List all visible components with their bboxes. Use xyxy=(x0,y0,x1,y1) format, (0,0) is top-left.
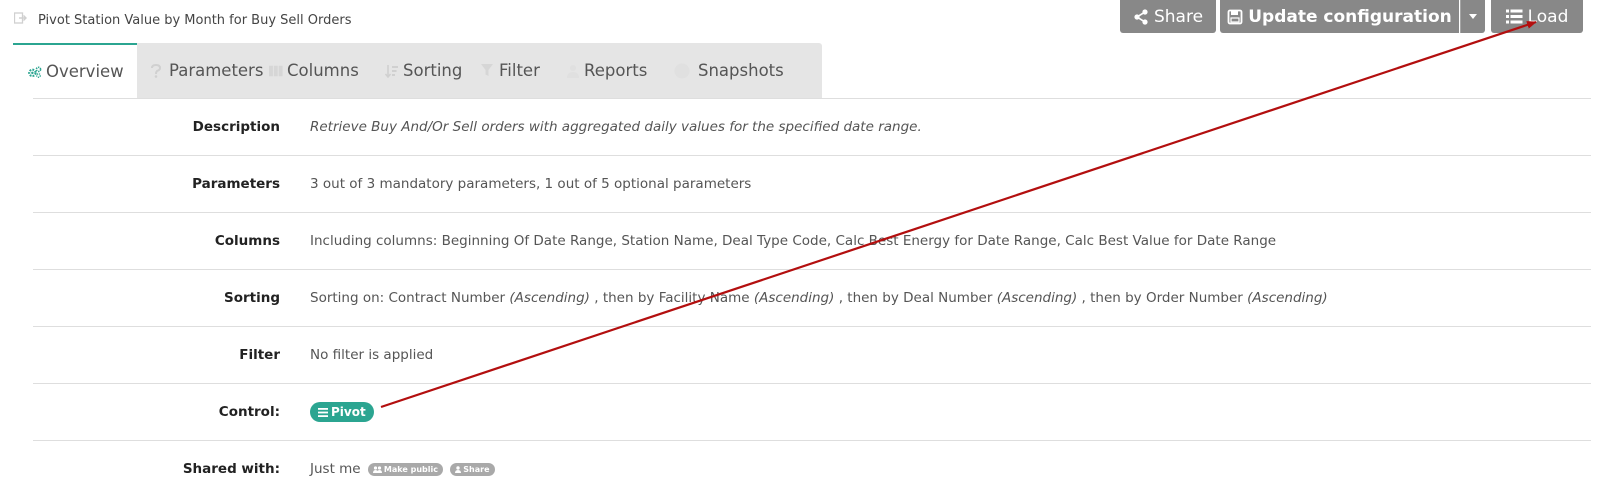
page-title-text: Pivot Station Value by Month for Buy Sel… xyxy=(38,12,352,28)
sort-direction: (Ascending) xyxy=(509,290,590,306)
description-row: Description Retrieve Buy And/Or Sell ord… xyxy=(33,98,1591,155)
user-icon xyxy=(455,465,462,473)
sorting-value: Sorting on: Contract Number (Ascending) … xyxy=(310,290,1328,306)
update-configuration-label: Update configuration xyxy=(1248,6,1452,27)
description-text: Retrieve Buy And/Or Sell orders with agg… xyxy=(310,119,922,135)
columns-label: Columns xyxy=(214,233,280,249)
sort-direction: (Ascending) xyxy=(1247,290,1328,306)
sorting-prefix: Sorting on: xyxy=(310,290,389,306)
sort-separator: , then by xyxy=(834,290,904,306)
shared-row: Shared with: Just me Make public Share xyxy=(33,440,1591,493)
parameters-row: Parameters 3 out of 3 mandatory paramete… xyxy=(33,155,1591,212)
description-value: Retrieve Buy And/Or Sell orders with agg… xyxy=(310,119,922,135)
page-title: Pivot Station Value by Month for Buy Sel… xyxy=(13,10,352,30)
list-icon xyxy=(1505,9,1523,24)
sort-field: Contract Number xyxy=(388,290,506,306)
filter-row: Filter No filter is applied xyxy=(33,326,1591,383)
tab-parameters-label: Parameters xyxy=(169,61,264,80)
shared-value: Just me Make public Share xyxy=(310,461,495,477)
tab-filter[interactable]: Filter xyxy=(480,43,566,98)
tab-reports[interactable]: Reports xyxy=(566,43,674,98)
columns-icon xyxy=(269,65,283,77)
columns-value: Including columns: Beginning Of Date Ran… xyxy=(310,233,1277,249)
tab-reports-label: Reports xyxy=(584,61,648,80)
caret-down-icon xyxy=(1469,14,1477,19)
share-button-label: Share xyxy=(1153,6,1204,27)
load-button[interactable]: Load xyxy=(1491,0,1583,33)
tab-sorting-label: Sorting xyxy=(403,61,463,80)
users-icon xyxy=(372,465,382,473)
exit-icon xyxy=(13,12,28,28)
tab-filter-label: Filter xyxy=(499,61,540,80)
overview-table: Description Retrieve Buy And/Or Sell ord… xyxy=(33,98,1591,493)
control-value: Pivot xyxy=(310,402,374,422)
camera-icon xyxy=(674,63,694,79)
load-button-label: Load xyxy=(1527,6,1569,27)
shared-label: Shared with: xyxy=(182,461,280,477)
make-public-button[interactable]: Make public xyxy=(367,462,443,476)
sorting-label: Sorting xyxy=(223,290,280,306)
filter-label: Filter xyxy=(239,347,280,363)
tab-snapshots[interactable]: Snapshots xyxy=(674,43,792,98)
share-small-button[interactable]: Share xyxy=(450,462,495,476)
tab-overview[interactable]: Overview xyxy=(13,43,137,98)
pivot-badge-label: Pivot xyxy=(331,405,366,419)
make-public-label: Make public xyxy=(383,464,438,474)
tab-columns-label: Columns xyxy=(287,61,359,80)
columns-row: Columns Including columns: Beginning Of … xyxy=(33,212,1591,269)
sorting-row: Sorting Sorting on: Contract Number (Asc… xyxy=(33,269,1591,326)
question-icon xyxy=(151,63,165,78)
control-label: Control: xyxy=(218,404,280,420)
description-label: Description xyxy=(192,119,280,135)
tab-bar: Overview Parameters Columns Sorting Filt… xyxy=(13,43,792,98)
share-icon xyxy=(1134,8,1148,25)
shared-text: Just me xyxy=(310,461,361,477)
sort-field: Deal Number xyxy=(903,290,993,306)
sort-icon xyxy=(385,64,399,78)
tab-sorting[interactable]: Sorting xyxy=(382,43,480,98)
cogs-icon xyxy=(28,65,42,79)
tab-overview-label: Overview xyxy=(46,62,124,81)
tab-snapshots-label: Snapshots xyxy=(698,61,784,80)
sort-direction: (Ascending) xyxy=(753,290,835,306)
tab-columns[interactable]: Columns xyxy=(265,43,382,98)
sort-separator: , then by xyxy=(589,290,659,306)
sort-direction: (Ascending) xyxy=(996,290,1078,306)
sort-separator: , then by xyxy=(1077,290,1146,306)
pivot-badge[interactable]: Pivot xyxy=(310,402,374,422)
update-dropdown-toggle[interactable] xyxy=(1460,0,1485,33)
save-icon xyxy=(1227,9,1243,24)
share-button[interactable]: Share xyxy=(1120,0,1216,33)
update-configuration-button[interactable]: Update configuration xyxy=(1220,0,1459,33)
reports-icon xyxy=(566,64,580,78)
share-small-label: Share xyxy=(463,464,490,474)
tab-parameters[interactable]: Parameters xyxy=(137,43,265,98)
parameters-value: 3 out of 3 mandatory parameters, 1 out o… xyxy=(310,176,752,192)
parameters-label: Parameters xyxy=(192,176,280,192)
filter-icon xyxy=(481,64,495,77)
filter-value: No filter is applied xyxy=(310,347,434,363)
sort-field: Order Number xyxy=(1145,290,1243,306)
control-row: Control: Pivot xyxy=(33,383,1591,440)
sort-field: Facility Name xyxy=(658,290,750,306)
bars-icon xyxy=(318,407,328,417)
